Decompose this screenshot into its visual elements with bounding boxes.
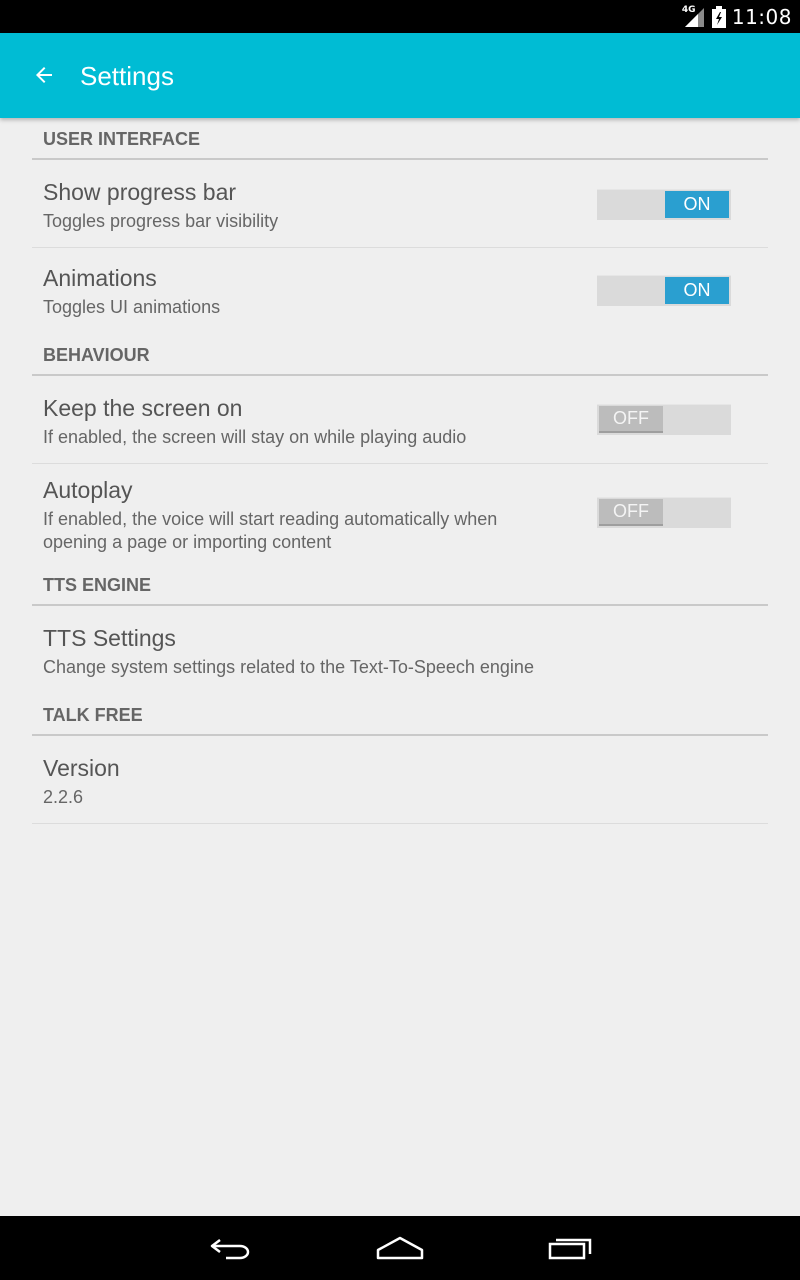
autoplay-switch[interactable]: OFF xyxy=(597,497,731,528)
category-tts-engine: TTS ENGINE xyxy=(32,564,768,606)
category-talk-free: TALK FREE xyxy=(32,694,768,736)
show-progress-bar-switch[interactable]: ON xyxy=(597,189,731,220)
navigation-bar xyxy=(0,1216,800,1280)
pref-autoplay[interactable]: Autoplay If enabled, the voice will star… xyxy=(32,464,768,564)
category-label: TTS ENGINE xyxy=(43,575,152,595)
settings-list: USER INTERFACE Show progress bar Toggles… xyxy=(32,118,768,824)
status-bar: 4G 11:08 xyxy=(0,0,800,33)
pref-show-progress-bar[interactable]: Show progress bar Toggles progress bar v… xyxy=(32,160,768,248)
switch-thumb: ON xyxy=(665,191,729,218)
nav-recents-button[interactable] xyxy=(540,1230,600,1266)
pref-keep-screen-on[interactable]: Keep the screen on If enabled, the scree… xyxy=(32,376,768,464)
home-nav-icon xyxy=(376,1236,424,1260)
category-label: BEHAVIOUR xyxy=(43,345,150,365)
pref-title: Version xyxy=(43,755,120,781)
pref-version[interactable]: Version 2.2.6 xyxy=(32,736,768,824)
pref-summary: Toggles UI animations xyxy=(43,297,221,317)
pref-summary: Change system settings related to the Te… xyxy=(43,657,534,677)
battery-icon xyxy=(711,5,726,28)
pref-title: Keep the screen on xyxy=(43,395,243,421)
switch-thumb: OFF xyxy=(599,499,663,526)
category-behaviour: BEHAVIOUR xyxy=(32,334,768,376)
category-label: TALK FREE xyxy=(43,705,143,725)
switch-thumb: ON xyxy=(665,277,729,304)
category-user-interface: USER INTERFACE xyxy=(32,118,768,160)
pref-summary: 2.2.6 xyxy=(43,787,84,807)
back-nav-icon xyxy=(210,1239,250,1260)
switch-thumb: OFF xyxy=(599,406,663,433)
signal-icon: 4G xyxy=(682,5,706,28)
pref-summary: If enabled, the voice will start reading… xyxy=(43,509,498,552)
category-label: USER INTERFACE xyxy=(43,129,201,149)
recents-nav-icon xyxy=(548,1238,592,1260)
pref-summary: Toggles progress bar visibility xyxy=(43,211,279,231)
pref-animations[interactable]: Animations Toggles UI animations ON xyxy=(32,248,768,334)
pref-summary: If enabled, the screen will stay on whil… xyxy=(43,427,467,447)
nav-back-button[interactable] xyxy=(200,1230,260,1266)
pref-title: TTS Settings xyxy=(43,625,176,651)
keep-screen-on-switch[interactable]: OFF xyxy=(597,404,731,435)
arrow-back-icon xyxy=(36,67,52,83)
action-bar: Settings xyxy=(0,33,800,118)
pref-title: Show progress bar xyxy=(43,179,237,205)
pref-tts-settings[interactable]: TTS Settings Change system settings rela… xyxy=(32,606,768,694)
animations-switch[interactable]: ON xyxy=(597,275,731,306)
status-icons: 4G 11:08 xyxy=(682,4,792,29)
nav-home-button[interactable] xyxy=(370,1230,430,1266)
pref-title: Animations xyxy=(43,265,157,291)
page-title: Settings xyxy=(80,61,174,91)
back-button[interactable] xyxy=(24,55,64,95)
pref-title: Autoplay xyxy=(43,477,133,503)
clock: 11:08 xyxy=(731,4,792,29)
